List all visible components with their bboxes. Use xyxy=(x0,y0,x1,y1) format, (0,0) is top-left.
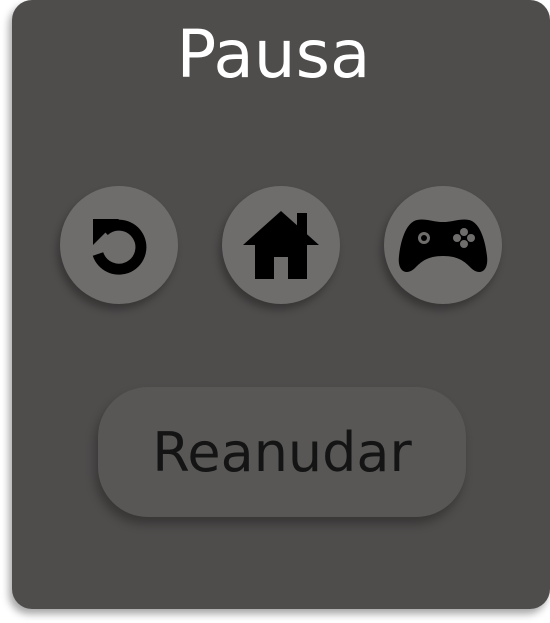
dialog-title: Pausa xyxy=(176,16,371,93)
home-icon xyxy=(243,211,319,279)
restart-button[interactable] xyxy=(60,186,178,304)
restart-icon xyxy=(92,219,147,275)
gamepad-icon xyxy=(398,219,488,272)
pause-dialog: Pausa Reanudar xyxy=(12,0,550,609)
home-button[interactable] xyxy=(222,186,340,304)
resume-button[interactable]: Reanudar xyxy=(98,387,466,517)
games-button[interactable] xyxy=(384,186,502,304)
